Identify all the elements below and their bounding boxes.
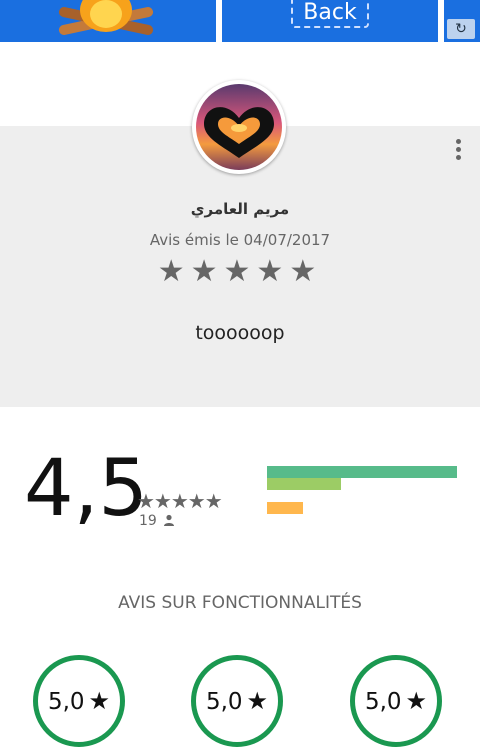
feature-rating-3[interactable]: 5,0 ★ bbox=[350, 655, 442, 747]
heart-hands-avatar bbox=[196, 84, 282, 170]
reload-icon: ↻ bbox=[447, 19, 475, 39]
star-icon: ★ bbox=[88, 687, 111, 715]
back-button[interactable]: Back bbox=[291, 0, 369, 28]
rating-bar-5 bbox=[267, 466, 457, 478]
feature-rating-value: 5,0 bbox=[205, 689, 243, 715]
screenshot-strip: Back ↻ bbox=[0, 0, 480, 42]
rating-count: 19 bbox=[139, 513, 175, 529]
feature-rating-1[interactable]: 5,0 ★ bbox=[33, 655, 125, 747]
campfire-icon bbox=[58, 0, 154, 35]
screenshot-thumbnail-2[interactable]: Back bbox=[222, 0, 438, 42]
feature-rating-2[interactable]: 5,0 ★ bbox=[191, 655, 283, 747]
screenshot-thumbnail-1[interactable] bbox=[0, 0, 216, 42]
review-date: Avis émis le 04/07/2017 bbox=[149, 231, 331, 249]
review-text: toooooop bbox=[195, 322, 285, 344]
rating-count-value: 19 bbox=[139, 513, 157, 529]
star-icon: ★ bbox=[405, 687, 428, 715]
features-title: AVIS SUR FONCTIONNALITÉS bbox=[118, 593, 362, 613]
average-star-rating: ★★★★★ bbox=[137, 489, 223, 513]
rating-bar-2 bbox=[267, 502, 303, 514]
more-vertical-icon[interactable] bbox=[454, 139, 462, 163]
review-star-rating: ★★★★★ bbox=[157, 254, 323, 289]
rating-bar-4 bbox=[267, 478, 341, 490]
rating-distribution bbox=[267, 466, 457, 526]
reviewer-name: مريم العامري bbox=[190, 200, 290, 218]
star-icon: ★ bbox=[246, 687, 269, 715]
person-icon bbox=[164, 514, 175, 526]
average-rating: 4,5 bbox=[24, 444, 149, 534]
screenshot-thumbnail-3[interactable]: ↻ bbox=[444, 0, 480, 42]
feature-rating-value: 5,0 bbox=[47, 689, 85, 715]
avatar[interactable] bbox=[192, 80, 286, 174]
feature-rating-value: 5,0 bbox=[364, 689, 402, 715]
